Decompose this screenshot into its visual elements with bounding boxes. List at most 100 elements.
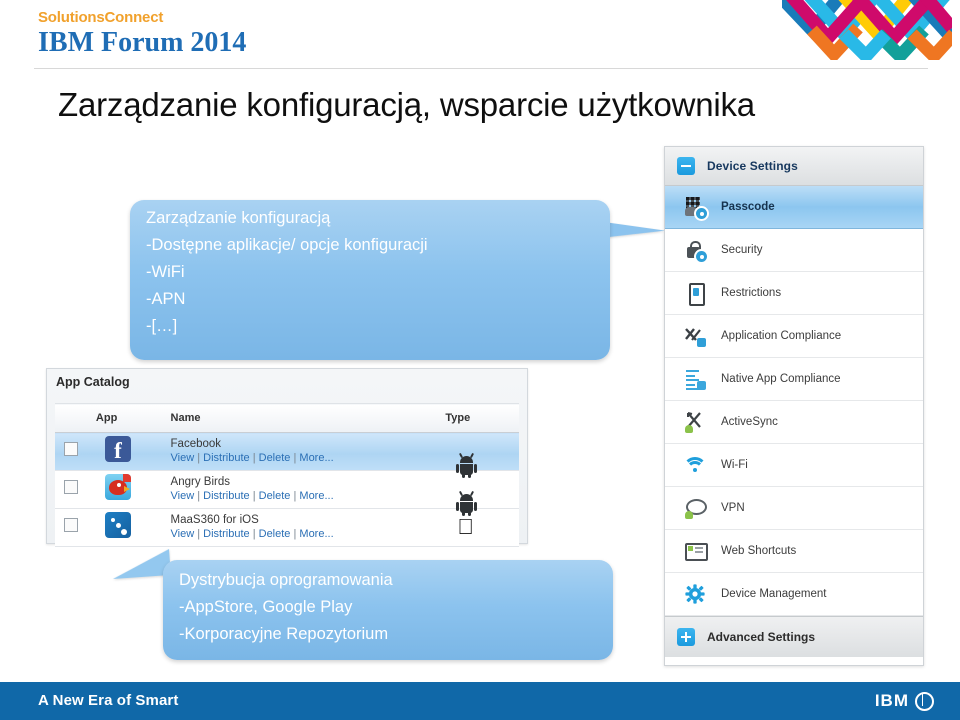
slide-header: SolutionsConnect IBM Forum 2014 bbox=[0, 0, 960, 70]
brand-solutions-connect: SolutionsConnect bbox=[38, 9, 164, 26]
angry-birds-icon bbox=[104, 474, 131, 500]
link-more[interactable]: More... bbox=[299, 452, 333, 464]
row-select-cell[interactable] bbox=[55, 470, 92, 509]
app-name: Angry Birds bbox=[170, 476, 230, 488]
row-select-cell[interactable] bbox=[55, 508, 92, 547]
native-app-compliance-icon bbox=[683, 367, 707, 391]
link-delete[interactable]: Delete bbox=[259, 452, 291, 464]
row-app-icon-cell bbox=[91, 470, 167, 509]
software-distribution-callout: Dystrybucja oprogramowania -AppStore, Go… bbox=[163, 560, 613, 660]
row-name-cell: Angry Birds View | Distribute | Delete |… bbox=[166, 470, 442, 509]
software-distribution-callout-text: Dystrybucja oprogramowania -AppStore, Go… bbox=[179, 571, 393, 643]
column-header-name: Name bbox=[166, 403, 442, 433]
application-compliance-icon bbox=[683, 324, 707, 348]
app-name: Facebook bbox=[170, 438, 222, 450]
link-view[interactable]: View bbox=[171, 452, 195, 464]
apple-icon:  bbox=[457, 516, 474, 539]
sidebar-item-label: Application Compliance bbox=[721, 330, 842, 342]
column-header-select bbox=[55, 403, 92, 433]
link-more[interactable]: More... bbox=[299, 528, 333, 540]
sidebar-item-passcode[interactable]: Passcode bbox=[665, 186, 923, 229]
ibm-logo: IBM bbox=[875, 691, 934, 711]
brand-ibm-forum: IBM Forum 2014 bbox=[38, 27, 247, 58]
app-catalog-table: App Name Type f Facebook View | Distribu… bbox=[55, 403, 519, 547]
solutions-connect-chevron-logo bbox=[782, 0, 952, 60]
table-row[interactable]: f Facebook View | Distribute | Delete | … bbox=[55, 432, 519, 478]
app-catalog-title: App Catalog bbox=[56, 375, 130, 389]
device-settings-title: Device Settings bbox=[707, 159, 798, 173]
security-lock-icon bbox=[683, 238, 707, 262]
link-view[interactable]: View bbox=[171, 490, 195, 502]
app-action-links: View | Distribute | Delete | More... bbox=[170, 452, 334, 464]
app-action-links: View | Distribute | Delete | More... bbox=[170, 528, 334, 540]
sidebar-item-restrictions[interactable]: Restrictions bbox=[665, 272, 923, 315]
expand-plus-icon[interactable] bbox=[677, 628, 695, 646]
sidebar-item-label: Restrictions bbox=[721, 287, 782, 299]
maas360-icon bbox=[104, 512, 131, 538]
sidebar-item-label: Web Shortcuts bbox=[721, 545, 797, 557]
sidebar-item-label: Device Management bbox=[721, 588, 827, 600]
link-delete[interactable]: Delete bbox=[259, 490, 291, 502]
sidebar-item-label: VPN bbox=[721, 502, 745, 514]
row-name-cell: Facebook View | Distribute | Delete | Mo… bbox=[166, 432, 442, 471]
row-app-icon-cell bbox=[91, 508, 167, 547]
sidebar-item-vpn[interactable]: VPN bbox=[665, 487, 923, 530]
web-shortcuts-icon bbox=[683, 539, 708, 563]
link-view[interactable]: View bbox=[171, 528, 195, 540]
row-checkbox[interactable] bbox=[64, 518, 78, 532]
row-type-cell:  bbox=[441, 508, 519, 547]
sidebar-item-application-compliance[interactable]: Application Compliance bbox=[665, 315, 923, 358]
link-distribute[interactable]: Distribute bbox=[203, 452, 249, 464]
sidebar-item-wifi[interactable]: Wi-Fi bbox=[665, 444, 923, 487]
configuration-callout: Zarządzanie konfiguracją -Dostępne aplik… bbox=[130, 200, 610, 360]
collapse-minus-icon[interactable] bbox=[677, 157, 695, 175]
slide-footer: A New Era of Smart IBM bbox=[0, 682, 960, 720]
ibm-wordmark: IBM bbox=[874, 691, 909, 710]
table-row[interactable]: MaaS360 for iOS View | Distribute | Dele… bbox=[55, 508, 519, 547]
sidebar-item-web-shortcuts[interactable]: Web Shortcuts bbox=[665, 530, 923, 573]
device-management-gear-icon bbox=[683, 582, 707, 606]
device-settings-list: Passcode Security Restrictions Applicati… bbox=[665, 186, 923, 616]
distribution-callout-tail bbox=[111, 549, 171, 579]
link-distribute[interactable]: Distribute bbox=[203, 528, 249, 540]
header-divider bbox=[34, 68, 928, 69]
vpn-icon bbox=[683, 496, 707, 520]
table-header-row: App Name Type bbox=[55, 403, 519, 433]
app-catalog-table-head: App Name Type bbox=[55, 403, 519, 433]
link-delete[interactable]: Delete bbox=[259, 528, 291, 540]
configuration-callout-text: Zarządzanie konfiguracją -Dostępne aplik… bbox=[146, 209, 428, 335]
sidebar-item-label: Wi-Fi bbox=[721, 459, 748, 471]
row-name-cell: MaaS360 for iOS View | Distribute | Dele… bbox=[166, 508, 442, 547]
app-catalog-table-body: f Facebook View | Distribute | Delete | … bbox=[55, 432, 519, 547]
app-catalog-panel: App Catalog App Name Type f Facebook Vie… bbox=[46, 368, 528, 547]
row-app-icon-cell: f bbox=[91, 432, 167, 471]
sidebar-item-activesync[interactable]: ActiveSync bbox=[665, 401, 923, 444]
ibm-globe-icon bbox=[915, 691, 934, 711]
row-checkbox[interactable] bbox=[64, 442, 78, 456]
sidebar-item-device-management[interactable]: Device Management bbox=[665, 573, 923, 616]
restrictions-phone-lock-icon bbox=[683, 281, 707, 306]
advanced-settings-row[interactable]: Advanced Settings bbox=[665, 616, 923, 657]
sidebar-item-native-app-compliance[interactable]: Native App Compliance bbox=[665, 358, 923, 401]
table-row[interactable]: Angry Birds View | Distribute | Delete |… bbox=[55, 470, 519, 516]
sidebar-item-security[interactable]: Security bbox=[665, 229, 923, 272]
sidebar-item-label: Native App Compliance bbox=[721, 373, 841, 385]
passcode-keypad-icon bbox=[683, 195, 707, 219]
activesync-icon bbox=[683, 410, 707, 434]
sidebar-item-label: Passcode bbox=[721, 201, 775, 213]
link-distribute[interactable]: Distribute bbox=[203, 490, 249, 502]
sidebar-item-label: ActiveSync bbox=[721, 416, 778, 428]
row-type-cell bbox=[441, 432, 519, 478]
page-title: Zarządzanie konfiguracją, wsparcie użytk… bbox=[58, 86, 755, 123]
row-select-cell[interactable] bbox=[55, 432, 92, 471]
link-more[interactable]: More... bbox=[299, 490, 333, 502]
row-checkbox[interactable] bbox=[64, 480, 78, 494]
slide-canvas: SolutionsConnect IBM Forum 2014 Zarządza… bbox=[0, 0, 960, 720]
device-settings-panel: Device Settings Passcode Security Restri bbox=[664, 146, 924, 666]
wifi-icon bbox=[683, 453, 707, 477]
row-type-cell bbox=[441, 470, 519, 516]
app-name: MaaS360 for iOS bbox=[170, 514, 259, 526]
facebook-icon: f bbox=[104, 436, 131, 462]
device-settings-header[interactable]: Device Settings bbox=[665, 147, 923, 186]
sidebar-item-label: Security bbox=[721, 244, 763, 256]
